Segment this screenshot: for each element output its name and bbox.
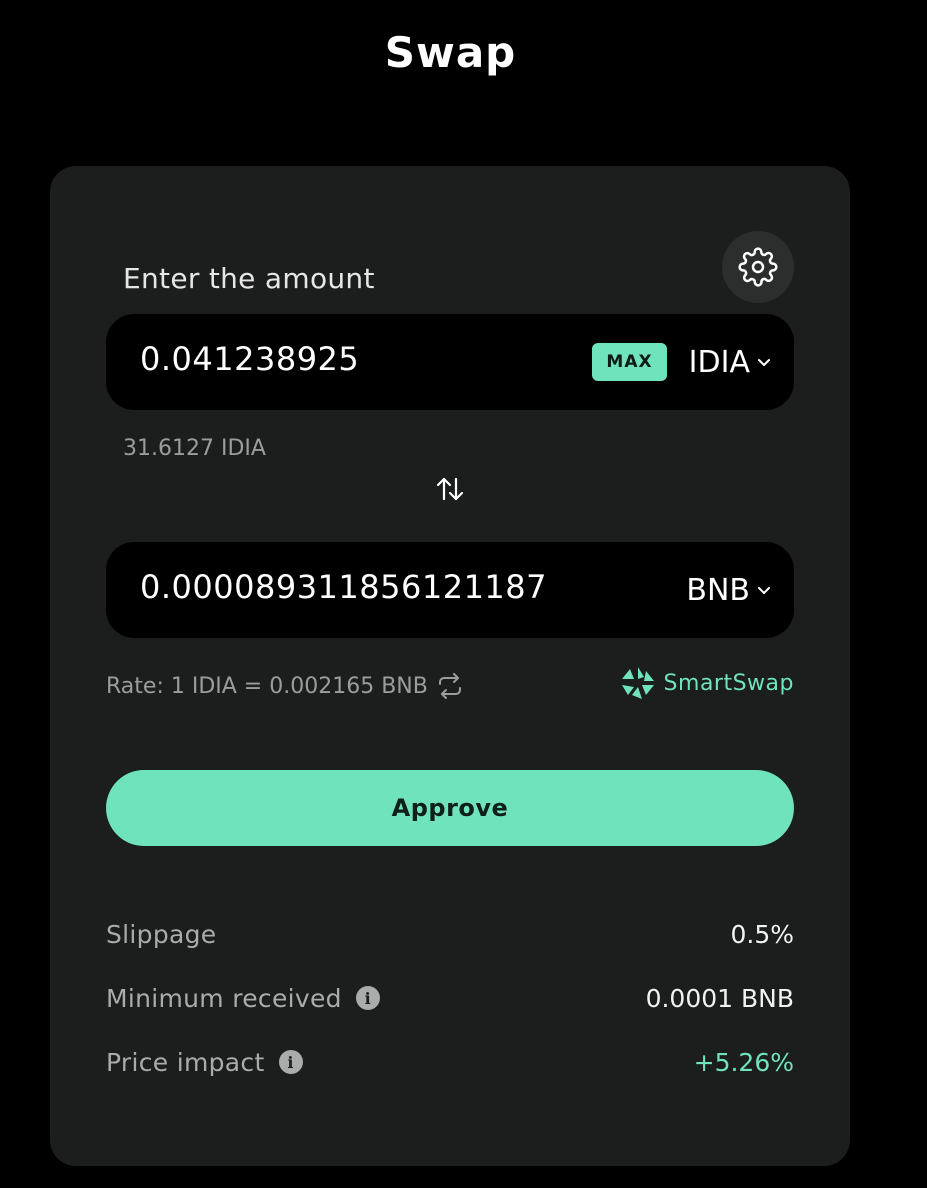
approve-button[interactable]: Approve: [106, 770, 794, 846]
price-impact-value: +5.26%: [693, 1047, 794, 1077]
smartswap-logo-icon: [621, 667, 654, 699]
page-title: Swap: [384, 28, 517, 77]
price-impact-row: Price impact i +5.26%: [106, 1042, 794, 1082]
from-amount-input[interactable]: [140, 340, 580, 378]
slippage-value: 0.5%: [730, 919, 794, 949]
min-received-row: Minimum received i 0.0001 BNB: [106, 978, 794, 1018]
rate-row: Rate: 1 IDIA = 0.002165 BNB: [106, 670, 464, 702]
chevron-down-icon: [758, 587, 770, 594]
to-amount-input[interactable]: [140, 568, 580, 606]
gear-icon: [738, 247, 778, 287]
smartswap-label: SmartSwap: [663, 670, 794, 696]
from-token-label: IDIA: [688, 344, 750, 380]
min-received-label: Minimum received i: [106, 984, 380, 1013]
info-icon[interactable]: i: [278, 1050, 303, 1074]
slippage-label: Slippage: [106, 920, 216, 949]
price-impact-label: Price impact i: [106, 1048, 303, 1077]
chevron-down-icon: [758, 359, 770, 366]
switch-tokens-button[interactable]: [432, 472, 468, 506]
min-received-label-text: Minimum received: [106, 983, 342, 1013]
from-amount-field: MAX IDIA: [106, 314, 794, 410]
swap-arrows-icon: [436, 477, 464, 501]
refresh-rate-button[interactable]: [436, 673, 464, 699]
refresh-icon: [438, 673, 461, 699]
price-impact-label-text: Price impact: [106, 1047, 265, 1077]
slippage-row: Slippage 0.5%: [106, 914, 794, 954]
info-icon[interactable]: i: [355, 986, 380, 1010]
from-token-select[interactable]: IDIA: [689, 342, 772, 382]
enter-amount-label: Enter the amount: [123, 262, 375, 295]
from-balance: 31.6127 IDIA: [123, 436, 266, 461]
rate-text: Rate: 1 IDIA = 0.002165 BNB: [106, 673, 428, 699]
max-button[interactable]: MAX: [592, 343, 667, 381]
to-token-label: BNB: [686, 572, 750, 608]
min-received-value: 0.0001 BNB: [645, 983, 794, 1013]
smartswap-brand: SmartSwap: [620, 664, 794, 702]
slippage-label-text: Slippage: [106, 919, 217, 949]
settings-button[interactable]: [722, 231, 794, 303]
to-amount-field: BNB: [106, 542, 794, 638]
to-token-select[interactable]: BNB: [686, 570, 772, 610]
